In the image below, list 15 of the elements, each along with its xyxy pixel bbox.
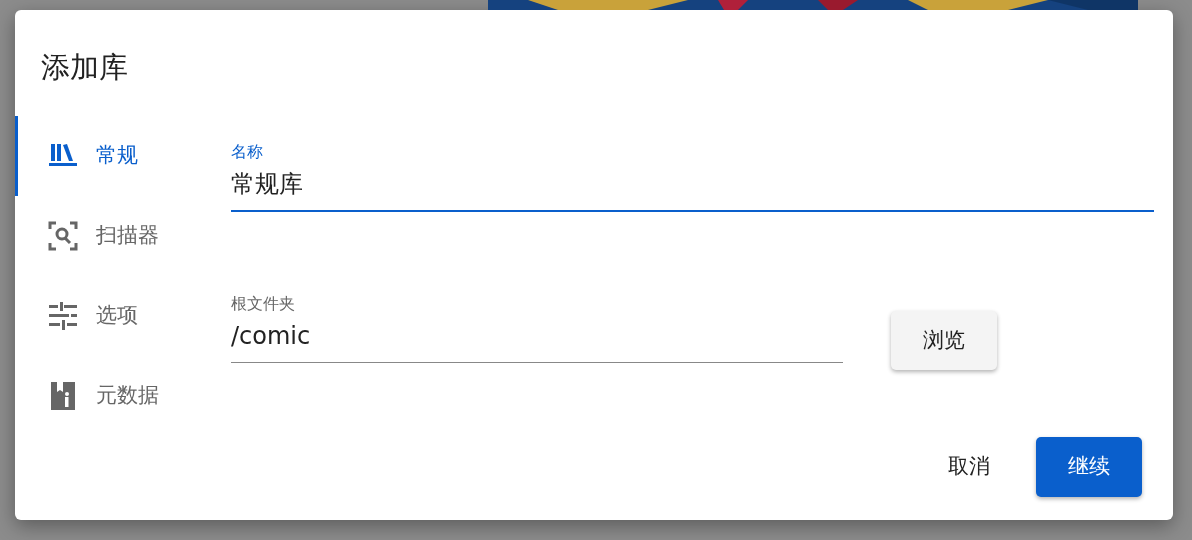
scan-search-icon (48, 221, 78, 251)
sidebar-tab[interactable]: 扫描器 (15, 196, 215, 276)
input-field[interactable]: 常规库 (231, 164, 1154, 212)
continue-button[interactable]: 继续 (1036, 437, 1142, 497)
sidebar-tab[interactable]: 选项 (15, 276, 215, 356)
field-label: 名称 (231, 141, 263, 163)
cancel-button[interactable]: 取消 (926, 437, 1012, 497)
sidebar-tab[interactable]: 常规 (15, 116, 215, 196)
book-info-icon (48, 381, 78, 411)
browse-button[interactable]: 浏览 (891, 311, 997, 370)
input-field[interactable]: /comic (231, 316, 843, 363)
sidebar-tab[interactable]: 元数据 (15, 356, 215, 436)
field-label: 根文件夹 (231, 293, 295, 315)
sliders-icon (48, 301, 78, 331)
dialog-title: 添加库 (41, 50, 128, 85)
